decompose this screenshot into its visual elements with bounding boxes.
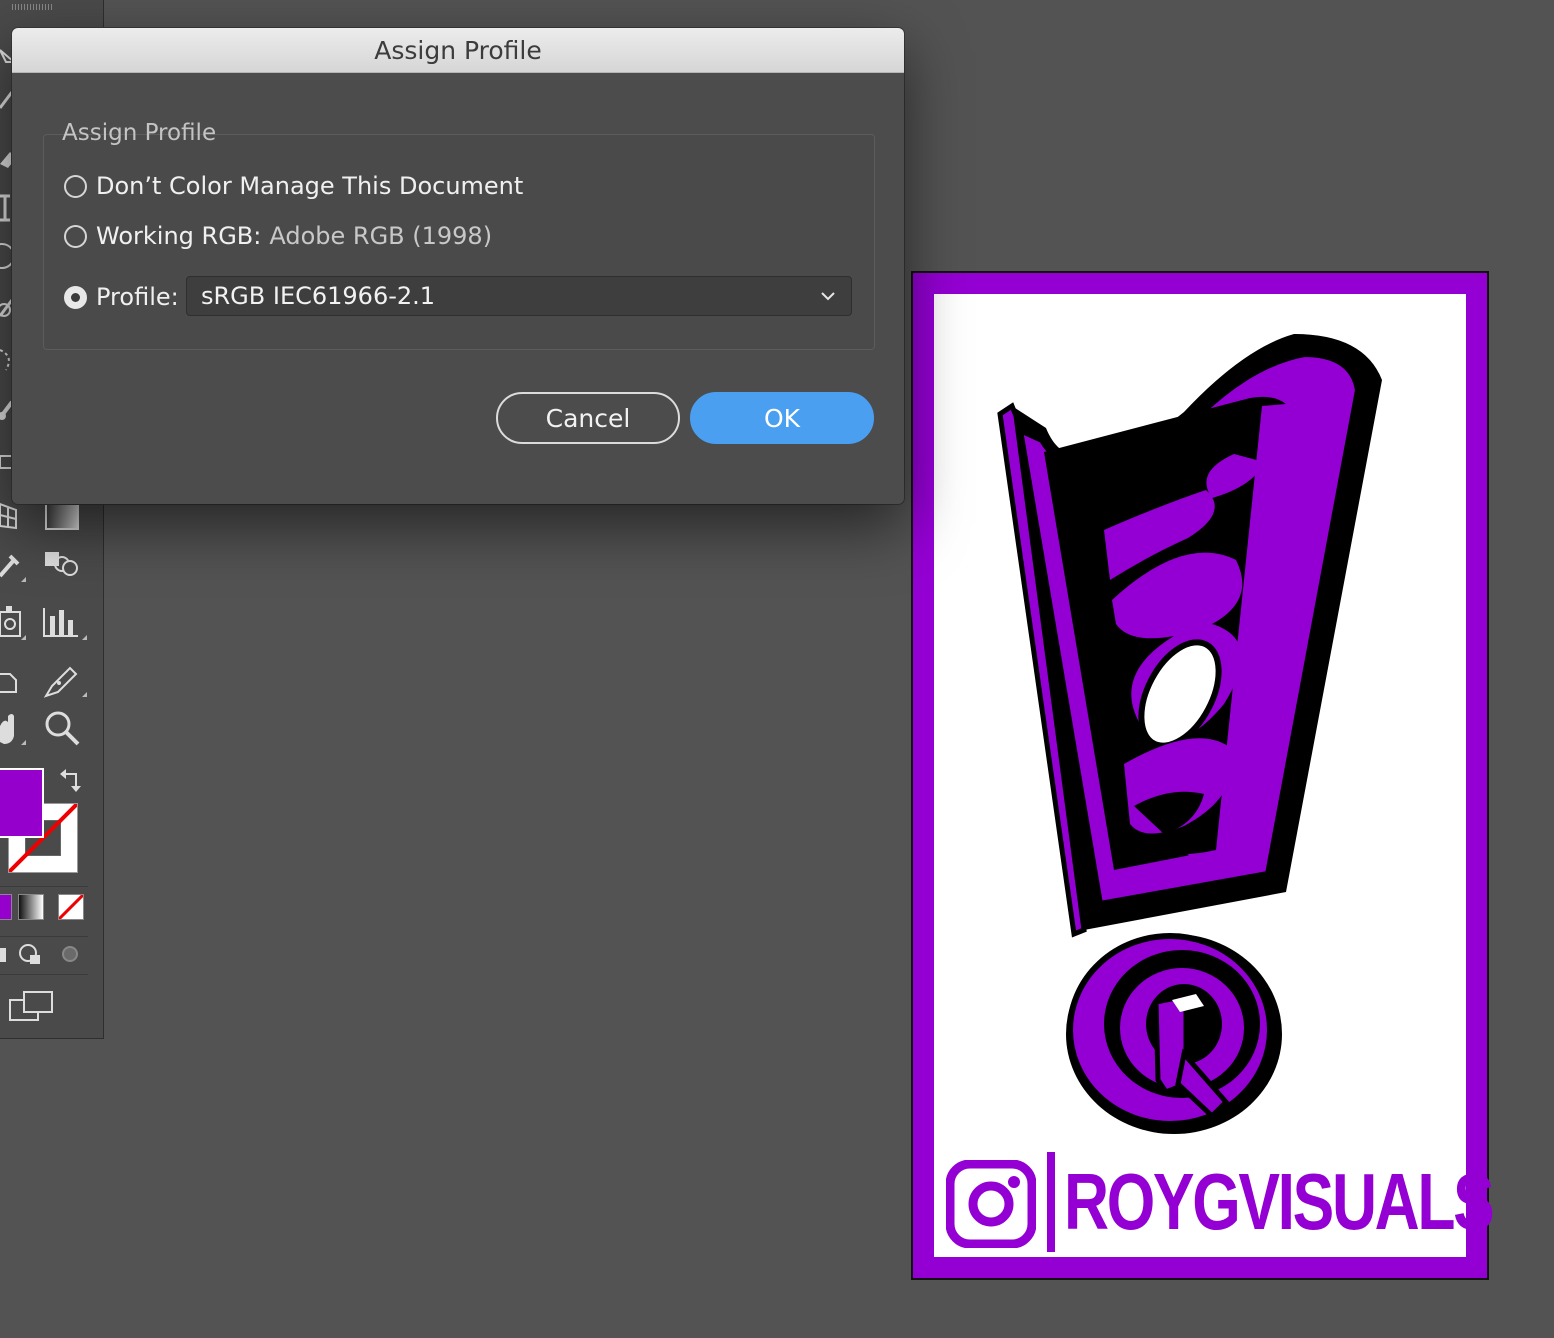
- radio-button[interactable]: [64, 285, 87, 309]
- group-label: Assign Profile: [62, 120, 217, 146]
- zoom-icon[interactable]: [42, 708, 82, 748]
- radio-button[interactable]: [64, 174, 87, 198]
- blend-icon[interactable]: [42, 546, 82, 586]
- radio-profile[interactable]: Profile:: [64, 282, 179, 312]
- working-rgb-value: Adobe RGB (1998): [269, 222, 493, 250]
- separator-bar: [1047, 1152, 1055, 1252]
- gradient-mode-button[interactable]: [18, 894, 44, 920]
- draw-inside-icon[interactable]: [58, 942, 84, 968]
- ok-button[interactable]: OK: [690, 392, 874, 444]
- chevron-down-icon: [821, 292, 835, 301]
- dialog-title: Assign Profile: [12, 28, 904, 73]
- none-mode-button[interactable]: [58, 894, 84, 920]
- profile-dropdown[interactable]: sRGB IEC61966-2.1: [186, 276, 852, 316]
- radio-working-rgb[interactable]: Working RGB: Adobe RGB (1998): [64, 221, 492, 251]
- screen-mode-icon[interactable]: [8, 988, 56, 1024]
- instagram-handle: ROYGVISUALS: [1064, 1157, 1495, 1246]
- swap-fill-stroke-icon[interactable]: [58, 766, 86, 796]
- radio-label: Profile:: [96, 283, 179, 311]
- slice-icon[interactable]: [42, 660, 82, 700]
- fill-swatch[interactable]: [0, 768, 44, 838]
- assign-profile-dialog: Assign Profile Assign Profile Don’t Colo…: [12, 28, 904, 504]
- draw-normal-icon[interactable]: [0, 942, 10, 968]
- cancel-button[interactable]: Cancel: [496, 392, 680, 444]
- color-mode-button[interactable]: [0, 894, 12, 920]
- column-graph-icon[interactable]: [42, 602, 82, 642]
- profile-dropdown-value: sRGB IEC61966-2.1: [201, 282, 436, 310]
- artboard: ROYGVISUALS: [911, 271, 1495, 1280]
- instagram-icon: [946, 1160, 1036, 1248]
- radio-button[interactable]: [64, 224, 87, 248]
- artboard-icon[interactable]: [0, 660, 20, 700]
- radio-label: Working RGB:: [96, 222, 262, 250]
- artboard-canvas: ROYGVISUALS: [934, 294, 1495, 1257]
- draw-behind-icon[interactable]: [18, 942, 46, 968]
- radio-dont-color-manage[interactable]: Don’t Color Manage This Document: [64, 171, 523, 201]
- radio-label: Don’t Color Manage This Document: [96, 172, 524, 200]
- panel-grip[interactable]: [12, 4, 52, 10]
- exclamation-logo-artwork: [997, 334, 1382, 1134]
